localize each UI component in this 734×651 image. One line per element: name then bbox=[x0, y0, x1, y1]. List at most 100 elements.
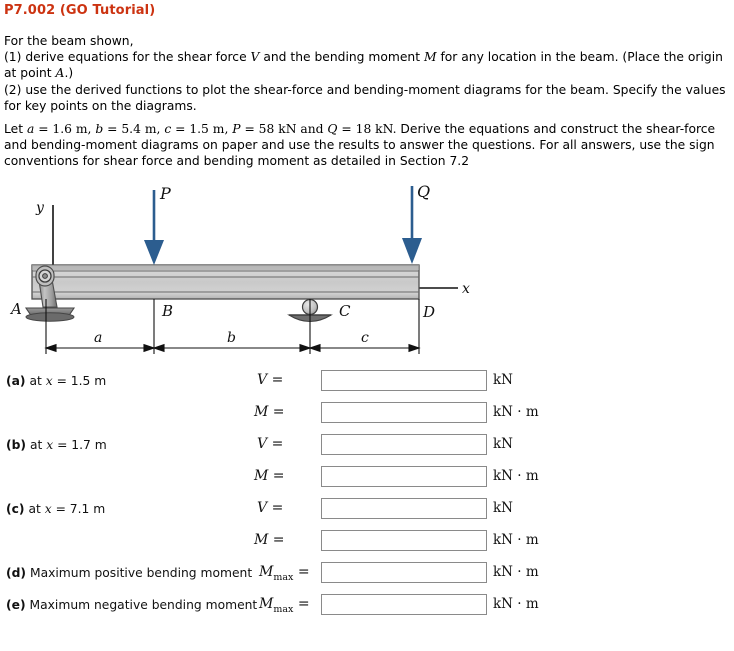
dimension-label-c: c bbox=[361, 330, 369, 346]
load-p-label: P bbox=[159, 184, 171, 203]
statement-part-1: (1) derive equations for the shear force bbox=[4, 50, 251, 65]
answer-equals: = bbox=[268, 404, 285, 420]
answer-symbol-letter: M bbox=[259, 596, 274, 612]
answer-unit: kN · m bbox=[493, 564, 539, 580]
statement-line-3: (2) use the derived functions to plot th… bbox=[4, 82, 726, 113]
answer-row-x-symbol: x bbox=[44, 502, 52, 516]
param-b-value: = 5.4 m, bbox=[103, 122, 165, 136]
answer-row-x-value: = 1.7 m bbox=[53, 438, 107, 452]
point-label-a: A bbox=[9, 300, 22, 318]
problem-parameters: Let a = 1.6 m, b = 5.4 m, c = 1.5 m, P =… bbox=[4, 121, 730, 170]
symbol-bending-moment: M bbox=[423, 50, 437, 65]
answer-input-d-Mmax[interactable] bbox=[321, 562, 487, 583]
answer-row-label: (d) Maximum positive bending moment bbox=[6, 566, 252, 580]
answer-row: (d) Maximum positive bending moment Mmax… bbox=[0, 560, 734, 592]
answer-unit: kN · m bbox=[493, 596, 539, 612]
answer-symbol: Mmax = bbox=[259, 596, 310, 615]
answer-section: (a) at x = 1.5 m V = kN M = kN · m (b) a… bbox=[0, 368, 734, 624]
statement-part-2: and the bending moment bbox=[259, 50, 424, 65]
x-axis-label: x bbox=[462, 281, 470, 297]
answer-unit: kN bbox=[493, 436, 513, 452]
answer-row-tag: (c) bbox=[6, 502, 25, 516]
param-P-value: = 58 kN and bbox=[240, 122, 328, 136]
y-axis-label: y bbox=[35, 200, 45, 216]
answer-input-c-V[interactable] bbox=[321, 498, 487, 519]
answer-row-label: (e) Maximum negative bending moment bbox=[6, 598, 257, 612]
answer-equals: = bbox=[293, 596, 310, 612]
answer-symbol-letter: V bbox=[257, 436, 268, 452]
answer-row-tag: (b) bbox=[6, 438, 27, 452]
answer-equals: = bbox=[268, 532, 285, 548]
answer-input-c-M[interactable] bbox=[321, 530, 487, 551]
answer-unit: kN · m bbox=[493, 468, 539, 484]
statement-line-1: For the beam shown, bbox=[4, 34, 134, 48]
answer-row: M = kN · m bbox=[0, 400, 734, 432]
answer-row-label: (c) at x = 7.1 m bbox=[6, 502, 105, 516]
answer-row: (e) Maximum negative bending moment Mmax… bbox=[0, 592, 734, 624]
answer-equals: = bbox=[267, 500, 284, 516]
answer-symbol: M = bbox=[254, 468, 285, 484]
param-c-value: = 1.5 m, bbox=[171, 122, 233, 136]
dimension-label-a: a bbox=[94, 330, 102, 346]
problem-page: P7.002 (GO Tutorial) For the beam shown,… bbox=[0, 0, 734, 651]
answer-symbol-subscript: max bbox=[273, 603, 294, 615]
answer-row-tag: (d) bbox=[6, 566, 27, 580]
answer-symbol: M = bbox=[254, 532, 285, 548]
answer-symbol: V = bbox=[257, 372, 283, 388]
answer-row: M = kN · m bbox=[0, 528, 734, 560]
answer-symbol: Mmax = bbox=[259, 564, 310, 583]
param-a-value: = 1.6 m, bbox=[34, 122, 96, 136]
answer-row-text: Maximum negative bending moment bbox=[25, 598, 258, 612]
answer-row-label: (a) at x = 1.5 m bbox=[6, 374, 106, 388]
answer-symbol-letter: M bbox=[254, 532, 269, 548]
answer-symbol-letter: M bbox=[254, 404, 269, 420]
answer-input-a-M[interactable] bbox=[321, 402, 487, 423]
answer-equals: = bbox=[267, 372, 284, 388]
answer-row-text: Maximum positive bending moment bbox=[26, 566, 253, 580]
answer-row-text: at bbox=[25, 374, 46, 388]
answer-row: (c) at x = 7.1 m V = kN bbox=[0, 496, 734, 528]
statement-line-2: (1) derive equations for the shear force… bbox=[4, 49, 730, 81]
answer-row-tag: (e) bbox=[6, 598, 26, 612]
load-q-label: Q bbox=[417, 182, 430, 201]
answer-symbol-letter: V bbox=[257, 372, 268, 388]
answer-row-x-value: = 1.5 m bbox=[52, 374, 107, 388]
answer-equals: = bbox=[268, 468, 285, 484]
answer-row-x-value: = 7.1 m bbox=[51, 502, 106, 516]
beam-diagram: y x P Q A B C D a b c bbox=[0, 178, 480, 363]
answer-row: (a) at x = 1.5 m V = kN bbox=[0, 368, 734, 400]
point-label-c: C bbox=[339, 302, 351, 320]
answer-input-a-V[interactable] bbox=[321, 370, 487, 391]
parameters-text: Let a = 1.6 m, b = 5.4 m, c = 1.5 m, P =… bbox=[4, 121, 730, 170]
answer-row-x-symbol: x bbox=[45, 374, 53, 388]
answer-row-label: (b) at x = 1.7 m bbox=[6, 438, 107, 452]
answer-symbol: M = bbox=[254, 404, 285, 420]
answer-row-text: at bbox=[24, 502, 45, 516]
answer-unit: kN bbox=[493, 372, 513, 388]
answer-symbol: V = bbox=[257, 500, 283, 516]
param-Q-symbol: Q bbox=[327, 122, 338, 136]
answer-equals: = bbox=[293, 564, 310, 580]
point-label-d: D bbox=[422, 303, 435, 321]
answer-input-e-Mmax[interactable] bbox=[321, 594, 487, 615]
answer-symbol: V = bbox=[257, 436, 283, 452]
answer-symbol-letter: V bbox=[257, 500, 268, 516]
point-label-b: B bbox=[161, 302, 173, 320]
answer-unit: kN bbox=[493, 500, 513, 516]
answer-row: M = kN · m bbox=[0, 464, 734, 496]
page-title: P7.002 (GO Tutorial) bbox=[4, 3, 156, 18]
param-P-symbol: P bbox=[232, 122, 241, 136]
param-Q-value: = 18 kN. bbox=[337, 122, 397, 136]
answer-equals: = bbox=[267, 436, 284, 452]
answer-input-b-M[interactable] bbox=[321, 466, 487, 487]
answer-row-tag: (a) bbox=[6, 374, 26, 388]
answer-unit: kN · m bbox=[493, 404, 539, 420]
answer-symbol-subscript: max bbox=[273, 571, 294, 583]
answer-unit: kN · m bbox=[493, 532, 539, 548]
param-intro: Let bbox=[4, 122, 27, 136]
answer-input-b-V[interactable] bbox=[321, 434, 487, 455]
answer-symbol-letter: M bbox=[254, 468, 269, 484]
beam-body bbox=[31, 264, 420, 300]
statement-part-4: .) bbox=[64, 66, 74, 81]
problem-statement: For the beam shown, (1) derive equations… bbox=[4, 33, 730, 114]
